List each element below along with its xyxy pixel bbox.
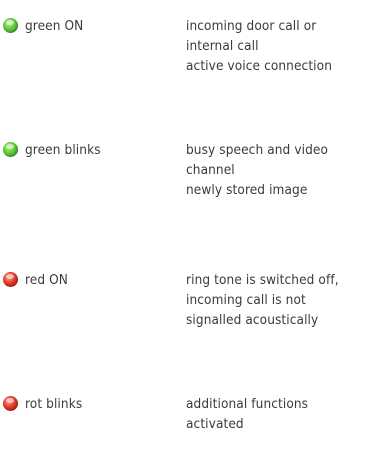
description-line: incoming door call or: [186, 18, 317, 34]
indicator-label: red ON: [25, 272, 68, 288]
indicator-description: ring tone is switched off, incoming call…: [186, 272, 366, 332]
description-line: signalled acoustically: [186, 312, 319, 328]
description-line: channel: [186, 162, 235, 178]
description-line: incoming call is not: [186, 292, 306, 308]
indicator-description: busy speech and video channel newly stor…: [186, 142, 366, 202]
description-line: newly stored image: [186, 182, 308, 198]
indicator-description: incoming door call or internal call acti…: [186, 18, 366, 78]
description-line: internal call: [186, 38, 259, 54]
description-line: ring tone is switched off,: [186, 272, 339, 288]
indicator-label: rot blinks: [25, 396, 83, 412]
green-led-icon: [3, 142, 18, 157]
description-line: activated: [186, 416, 244, 432]
red-led-icon: [3, 396, 18, 411]
indicator-label: green ON: [25, 18, 84, 34]
description-line: active voice connection: [186, 58, 332, 74]
indicator-label: green blinks: [25, 142, 101, 158]
red-led-icon: [3, 272, 18, 287]
indicator-description: additional functions activated: [186, 396, 366, 436]
description-line: busy speech and video: [186, 142, 328, 158]
description-line: additional functions: [186, 396, 309, 412]
green-led-icon: [3, 18, 18, 33]
